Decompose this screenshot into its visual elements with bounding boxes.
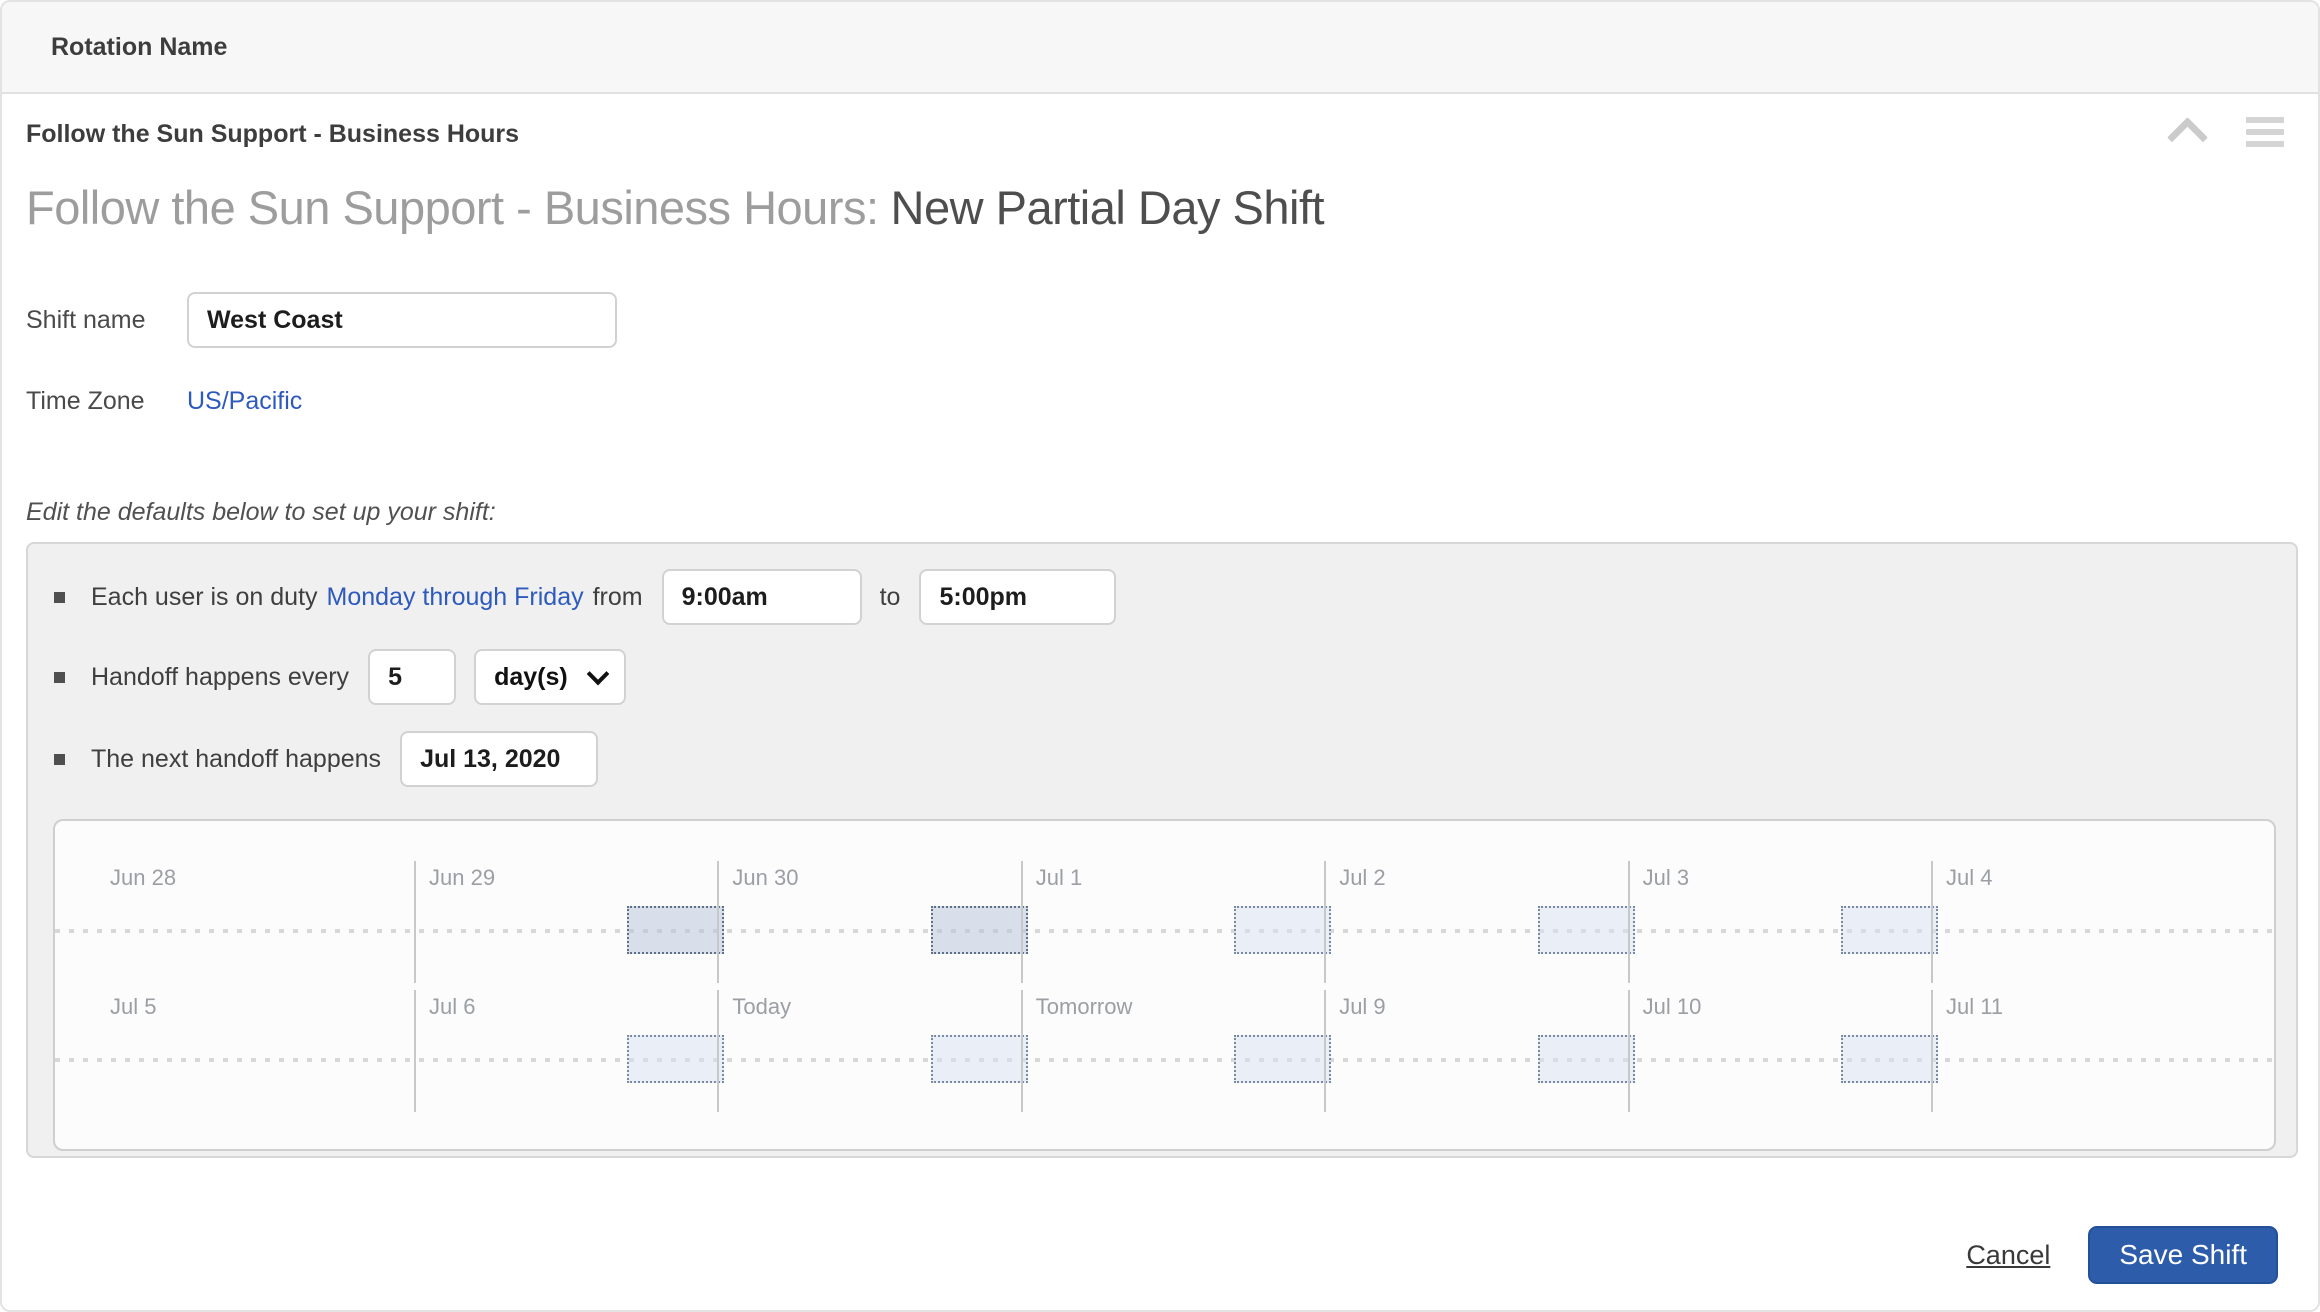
timeline-day-label: Jul 2	[1339, 865, 1386, 890]
day-boundary-line	[717, 990, 720, 1112]
time-zone-label: Time Zone	[26, 387, 145, 415]
duty-from-text: from	[592, 582, 643, 611]
duty-start-time-input[interactable]	[661, 569, 862, 625]
timeline-day-label: Jun 29	[429, 865, 496, 890]
handoff-unit-value: day(s)	[494, 662, 568, 691]
timeline-day-label: Jul 9	[1339, 994, 1386, 1019]
duty-row: Each user is on duty Monday through Frid…	[54, 569, 1126, 625]
time-zone-link[interactable]: US/Pacific	[187, 387, 302, 416]
timeline-day-label: Jun 28	[110, 865, 177, 890]
rotation-title: Follow the Sun Support - Business Hours	[26, 120, 520, 148]
shift-block	[1234, 906, 1332, 954]
day-boundary-line	[414, 861, 416, 983]
handoff-unit-select[interactable]: day(s)	[474, 649, 626, 705]
day-boundary-line	[1931, 861, 1933, 983]
bullet-icon	[54, 753, 65, 765]
shift-block	[627, 906, 725, 954]
timeline-row: Jun 28 Jun 29 Jun 30 Jul 1 Jul 2 Jul 3 Jul 4	[55, 861, 2274, 983]
day-boundary-line	[1324, 990, 1327, 1112]
shift-block	[1234, 1035, 1332, 1083]
rotation-name-header: Rotation Name	[2, 2, 2318, 94]
timeline-dotted-line	[55, 929, 2274, 933]
save-shift-button[interactable]: Save Shift	[2088, 1226, 2278, 1284]
shift-block	[1841, 1035, 1938, 1083]
duty-to-text: to	[879, 582, 901, 611]
day-boundary-line	[717, 861, 720, 983]
next-handoff-row: The next handoff happens	[54, 731, 608, 787]
day-boundary-line	[414, 990, 416, 1112]
handoff-text: Handoff happens every	[91, 662, 350, 691]
shift-block	[930, 1035, 1028, 1083]
shift-block	[1537, 906, 1635, 954]
timeline-day-label: Jul 3	[1642, 865, 1690, 890]
duty-days-link[interactable]: Monday through Friday	[327, 583, 584, 612]
timeline-day-label: Jul 10	[1642, 994, 1702, 1019]
duty-text: Each user is on duty	[91, 582, 318, 611]
timeline-day-label: Jul 5	[110, 994, 157, 1019]
timeline-day-label: Tomorrow	[1035, 994, 1133, 1019]
day-boundary-line	[1627, 861, 1630, 983]
handoff-interval-input[interactable]	[368, 649, 457, 705]
next-handoff-text: The next handoff happens	[91, 744, 382, 773]
rotation-name-header-label: Rotation Name	[51, 32, 228, 61]
page-title-prefix: Follow the Sun Support - Business Hours:	[26, 181, 879, 234]
next-handoff-date-input[interactable]	[400, 731, 599, 787]
day-boundary-line	[1020, 990, 1023, 1112]
chevron-down-icon	[586, 662, 610, 686]
cancel-link[interactable]: Cancel	[1966, 1240, 2050, 1271]
shift-name-input[interactable]	[187, 292, 617, 348]
footer-actions: Cancel Save Shift	[1966, 1226, 2278, 1284]
timeline-dotted-line	[55, 1058, 2274, 1062]
bullet-icon	[54, 591, 65, 603]
defaults-panel: Each user is on duty Monday through Frid…	[26, 542, 2298, 1158]
day-boundary-line	[1020, 861, 1023, 983]
timeline-row: Jul 5 Jul 6 Today Tomorrow Jul 9 Jul 10 Jul 11	[55, 990, 2274, 1112]
timeline-day-label: Jun 30	[732, 865, 799, 890]
day-boundary-line	[1324, 861, 1327, 983]
page-title: Follow the Sun Support - Business Hours:…	[26, 180, 1325, 235]
handoff-row: Handoff happens every day(s)	[54, 649, 626, 705]
setup-instructions: Edit the defaults below to set up your s…	[26, 498, 496, 526]
day-boundary-line	[1931, 990, 1933, 1112]
shift-block	[627, 1035, 725, 1083]
shift-editor-card: Rotation Name Follow the Sun Support - B…	[0, 0, 2320, 1312]
duty-end-time-input[interactable]	[919, 569, 1117, 625]
shift-name-row: Shift name	[26, 292, 617, 348]
timeline: Jun 28 Jun 29 Jun 30 Jul 1 Jul 2 Jul 3 Jul 4 Ju…	[53, 819, 2276, 1151]
shift-block	[930, 906, 1028, 954]
shift-block	[1841, 906, 1938, 954]
timeline-day-label: Today	[732, 994, 792, 1019]
rotation-controls	[2166, 114, 2284, 158]
timeline-day-label: Jul 4	[1946, 865, 1993, 890]
time-zone-row: Time Zone US/Pacific	[26, 387, 302, 416]
bullet-icon	[54, 671, 65, 683]
timeline-day-label: Jul 6	[429, 994, 476, 1019]
day-boundary-line	[1627, 990, 1630, 1112]
menu-icon[interactable]	[2246, 117, 2284, 147]
timeline-day-label: Jul 11	[1946, 994, 2004, 1019]
timeline-day-label: Jul 1	[1035, 865, 1083, 890]
shift-name-label: Shift name	[26, 305, 146, 334]
page-title-highlight: New Partial Day Shift	[890, 181, 1325, 234]
shift-block	[1537, 1035, 1635, 1083]
chevron-up-icon[interactable]	[2166, 116, 2209, 158]
